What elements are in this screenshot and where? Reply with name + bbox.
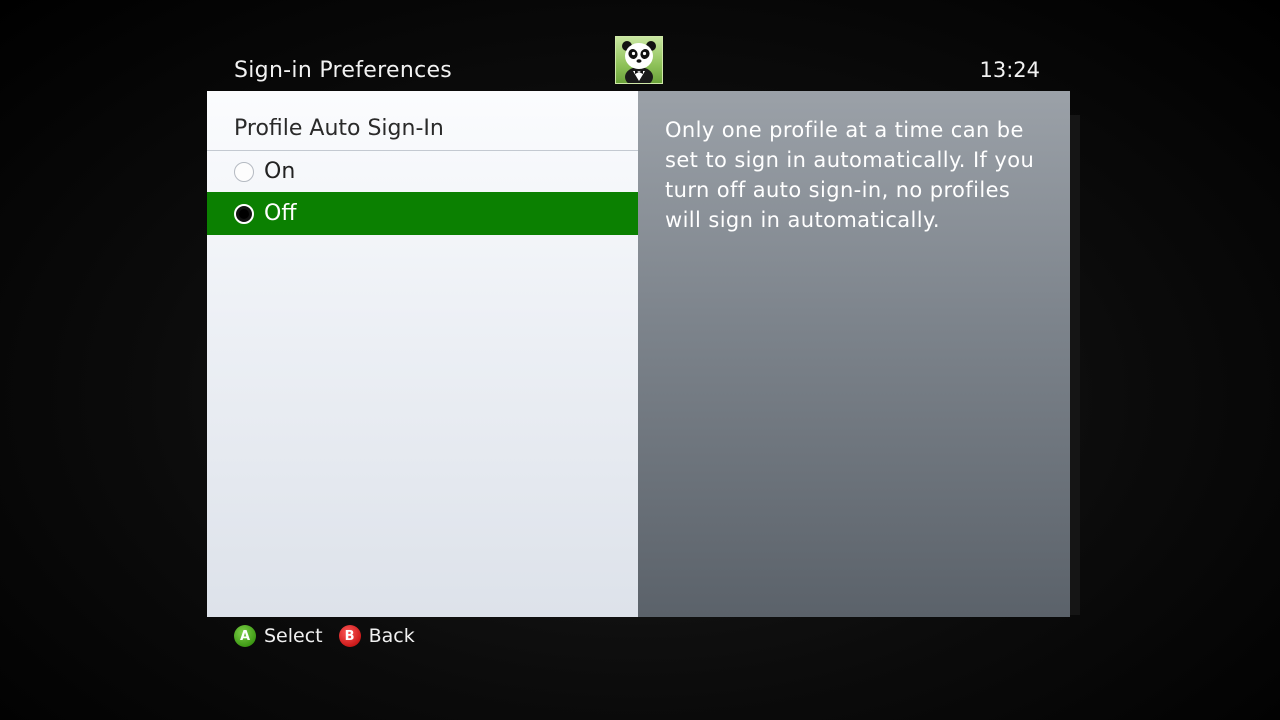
select-label: Select — [264, 625, 323, 647]
option-on[interactable]: On — [207, 150, 638, 193]
button-hints: A Select B Back — [234, 625, 431, 647]
clock-time: 13:24 — [979, 58, 1040, 82]
option-label: On — [264, 159, 296, 184]
back-hint[interactable]: B Back — [338, 625, 415, 647]
section-title: Profile Auto Sign-In — [234, 116, 444, 141]
option-description: Only one profile at a time can be set to… — [665, 118, 1035, 232]
radio-unchecked-icon — [234, 161, 254, 182]
page-title: Sign-in Preferences — [234, 58, 453, 83]
preferences-panel: Profile Auto Sign-In On Off Only one pro… — [207, 91, 1070, 617]
b-button-icon: B — [338, 625, 361, 647]
option-off[interactable]: Off — [207, 192, 638, 235]
description-pane: Only one profile at a time can be set to… — [638, 91, 1070, 617]
option-label: Off — [264, 201, 297, 226]
panda-avatar-icon[interactable] — [615, 36, 663, 84]
a-button-icon: A — [234, 625, 256, 647]
options-pane: Profile Auto Sign-In On Off — [207, 91, 638, 617]
select-hint[interactable]: A Select — [234, 625, 323, 647]
panel-shadow — [1070, 115, 1080, 615]
dashboard-screen: Sign-in Preferences 13:24 Profile Auto S… — [0, 0, 1280, 720]
panda-avatar-graphic — [622, 41, 656, 83]
back-label: Back — [368, 625, 415, 647]
radio-checked-icon — [234, 203, 254, 224]
